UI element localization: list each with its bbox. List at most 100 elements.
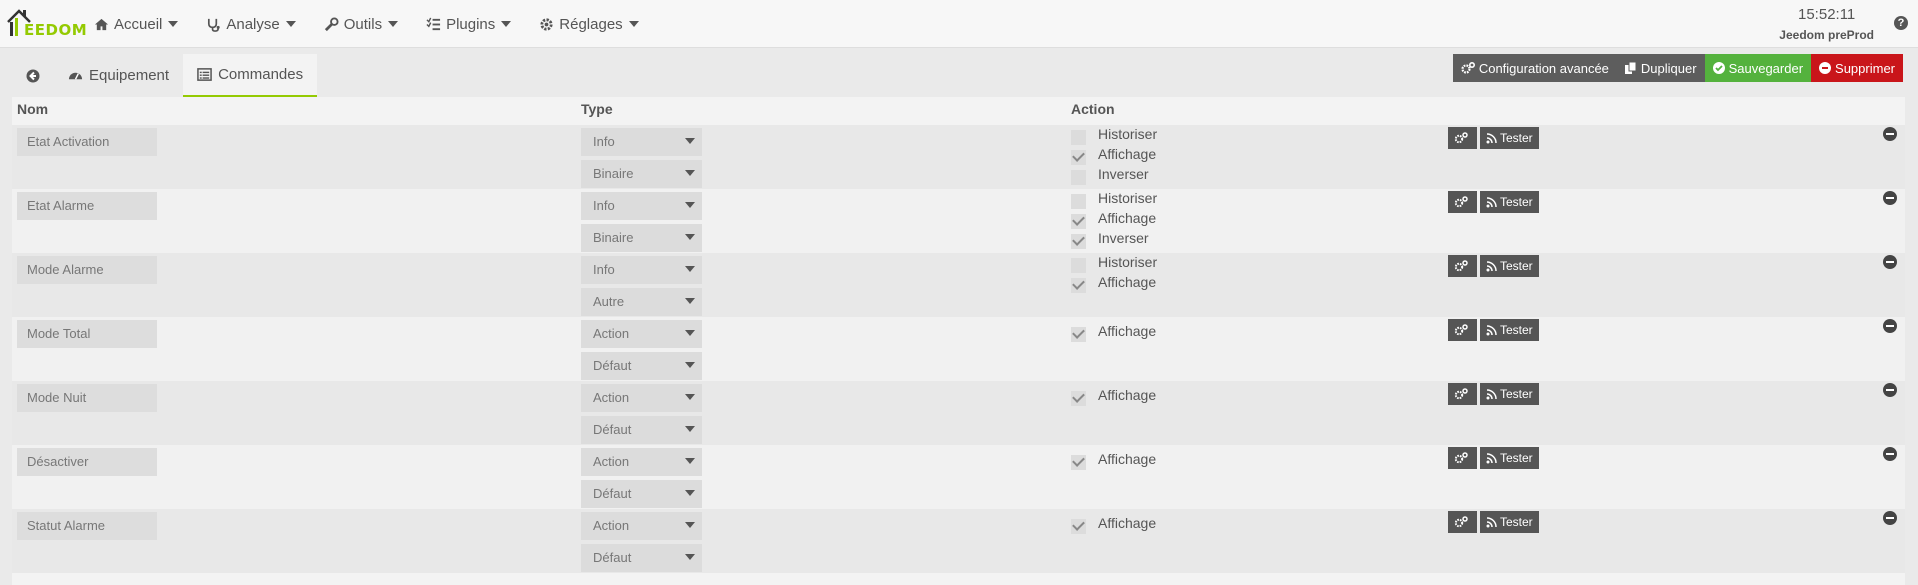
remove-command-icon[interactable]: [1883, 255, 1897, 269]
help-icon[interactable]: ?: [1894, 16, 1908, 30]
checkbox[interactable]: [1071, 390, 1086, 406]
command-name-input[interactable]: Etat Activation: [17, 128, 157, 156]
tab-commandes[interactable]: Commandes: [183, 54, 318, 97]
type-select[interactable]: Info: [581, 192, 702, 220]
checkbox[interactable]: [1071, 169, 1086, 185]
type-select[interactable]: Action: [581, 384, 702, 412]
command-config-button[interactable]: [1448, 191, 1477, 213]
caret-down-icon: [685, 522, 695, 528]
command-config-button[interactable]: [1448, 383, 1477, 405]
cogs-icon: [1461, 61, 1475, 74]
delete-button[interactable]: Supprimer: [1811, 54, 1903, 82]
option-affichage[interactable]: Affichage: [1071, 450, 1157, 470]
checkbox[interactable]: [1071, 277, 1086, 293]
option-affichage[interactable]: Affichage: [1071, 514, 1156, 534]
checkbox[interactable]: [1071, 454, 1086, 470]
type-select[interactable]: Action: [581, 512, 702, 540]
option-affichage[interactable]: Affichage: [1071, 209, 1156, 229]
cogs-icon: [1454, 196, 1468, 208]
command-name-input[interactable]: Mode Total: [17, 320, 157, 348]
option-inverser[interactable]: Inverser: [1071, 165, 1149, 185]
save-button[interactable]: Sauvegarder: [1704, 54, 1812, 82]
remove-command-icon[interactable]: [1883, 511, 1897, 525]
duplicate-label: Dupliquer: [1640, 60, 1697, 76]
menu-accueil[interactable]: Accueil: [94, 16, 179, 33]
caret-down-icon: [685, 394, 695, 400]
test-button[interactable]: Tester: [1480, 319, 1539, 341]
subtype-select[interactable]: Défaut: [581, 480, 702, 508]
command-config-button[interactable]: [1448, 127, 1477, 149]
option-affichage[interactable]: Affichage: [1071, 145, 1156, 165]
command-config-button[interactable]: [1448, 255, 1477, 277]
type-select[interactable]: Info: [581, 256, 702, 284]
option-affichage[interactable]: Affichage: [1071, 273, 1156, 293]
advanced-config-button[interactable]: Configuration avancée: [1452, 54, 1617, 82]
checkbox[interactable]: [1071, 518, 1086, 534]
checkbox[interactable]: [1071, 257, 1086, 273]
remove-command-icon[interactable]: [1883, 127, 1897, 141]
command-name-input[interactable]: Etat Alarme: [17, 192, 157, 220]
menu-analyse-label: Analyse: [226, 15, 280, 33]
command-config-button[interactable]: [1448, 511, 1477, 533]
subtype-select-value: Autre: [593, 294, 625, 309]
checkbox-label: Affichage: [1098, 451, 1157, 467]
option-historiser[interactable]: Historiser: [1071, 253, 1158, 273]
checkbox[interactable]: [1071, 129, 1086, 145]
jeedom-logo[interactable]: EEDOM: [6, 8, 87, 40]
menu-analyse[interactable]: Analyse: [206, 15, 296, 33]
command-name-input[interactable]: Statut Alarme: [17, 512, 157, 540]
subtype-select[interactable]: Défaut: [581, 544, 702, 572]
subtype-select[interactable]: Binaire: [581, 224, 702, 252]
test-button[interactable]: Tester: [1480, 383, 1539, 405]
subtype-select-value: Défaut: [593, 422, 632, 437]
option-historiser[interactable]: Historiser: [1071, 125, 1157, 145]
test-button[interactable]: Tester: [1480, 127, 1539, 149]
rss-icon: [1486, 516, 1497, 527]
remove-command-icon[interactable]: [1883, 191, 1897, 205]
rss-icon: [1486, 260, 1497, 271]
test-button[interactable]: Tester: [1480, 447, 1539, 469]
menu-plugins[interactable]: Plugins: [426, 16, 512, 33]
command-config-button[interactable]: [1448, 447, 1477, 469]
checkbox-label: Historiser: [1098, 254, 1158, 270]
type-select[interactable]: Info: [581, 128, 702, 156]
tab-back[interactable]: [12, 54, 54, 97]
checkbox-label: Inverser: [1098, 166, 1149, 182]
row-buttons: Tester: [1448, 319, 1542, 341]
caret-down-icon: [628, 21, 639, 27]
type-select[interactable]: Action: [581, 448, 702, 476]
checkbox[interactable]: [1071, 233, 1086, 249]
remove-command-icon[interactable]: [1883, 447, 1897, 461]
option-affichage[interactable]: Affichage: [1071, 322, 1156, 342]
caret-down-icon: [685, 458, 695, 464]
remove-command-icon[interactable]: [1883, 383, 1897, 397]
option-affichage[interactable]: Affichage: [1071, 386, 1156, 406]
duplicate-button[interactable]: Dupliquer: [1616, 54, 1705, 82]
subtype-select[interactable]: Défaut: [581, 416, 702, 444]
type-select[interactable]: Action: [581, 320, 702, 348]
command-config-button[interactable]: [1448, 319, 1477, 341]
tab-equipement[interactable]: Equipement: [54, 54, 183, 97]
test-button[interactable]: Tester: [1480, 191, 1539, 213]
menu-reglages[interactable]: Réglages: [539, 16, 639, 33]
test-button[interactable]: Tester: [1480, 511, 1539, 533]
subtype-select[interactable]: Défaut: [581, 352, 702, 380]
checkbox[interactable]: [1071, 213, 1086, 229]
command-name-input[interactable]: Mode Nuit: [17, 384, 157, 412]
remove-command-icon[interactable]: [1883, 319, 1897, 333]
option-inverser[interactable]: Inverser: [1071, 229, 1149, 249]
cogs-icon: [1454, 132, 1468, 144]
cogs-icon: [1454, 324, 1468, 336]
test-button[interactable]: Tester: [1480, 255, 1539, 277]
checkbox[interactable]: [1071, 149, 1086, 165]
command-name-input[interactable]: Désactiver: [17, 448, 157, 476]
menu-outils[interactable]: Outils: [324, 16, 399, 33]
checkbox[interactable]: [1071, 193, 1086, 209]
command-name-input[interactable]: Mode Alarme: [17, 256, 157, 284]
subtype-select[interactable]: Autre: [581, 288, 702, 316]
subtype-select[interactable]: Binaire: [581, 160, 702, 188]
header-action: Action: [1071, 101, 1115, 117]
home-icon: [94, 18, 109, 30]
option-historiser[interactable]: Historiser: [1071, 189, 1157, 209]
checkbox[interactable]: [1071, 326, 1086, 342]
